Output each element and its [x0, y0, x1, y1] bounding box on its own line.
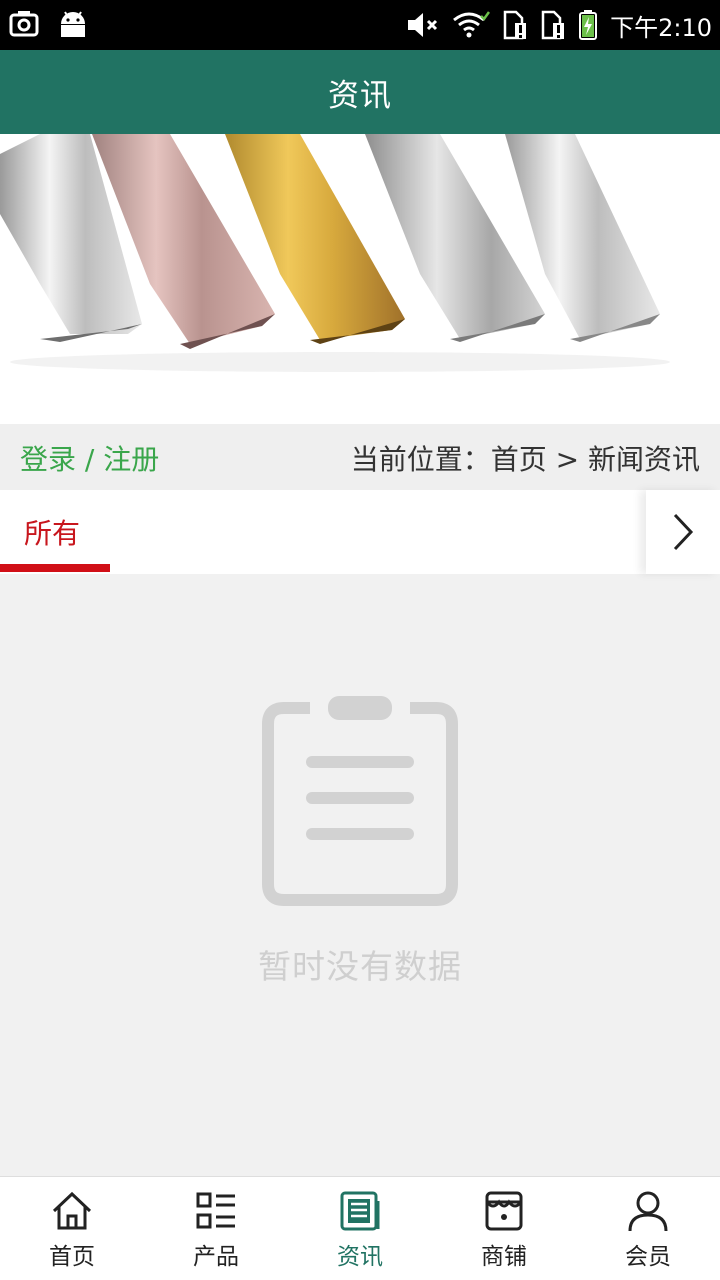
- screenshot-icon: [9, 11, 39, 37]
- mute-icon: [408, 13, 438, 37]
- nav-item-news[interactable]: 资讯: [288, 1177, 432, 1280]
- tab-all[interactable]: 所有: [0, 490, 110, 574]
- header-bar: 资讯: [0, 50, 720, 134]
- nav-item-shop[interactable]: 商铺: [432, 1177, 576, 1280]
- page-title: 资讯: [328, 77, 392, 114]
- android-icon: [61, 11, 85, 37]
- clipboard-icon: [262, 696, 458, 906]
- empty-state-message: 暂时没有数据: [258, 947, 462, 986]
- status-time: 下午2:10: [610, 13, 712, 42]
- user-icon: [628, 1191, 668, 1232]
- nav-label-member: 会员: [625, 1244, 671, 1270]
- nav-label-home: 首页: [49, 1244, 95, 1270]
- nav-item-home[interactable]: 首页: [0, 1177, 144, 1280]
- chevron-right-icon: [673, 513, 694, 551]
- nav-label-shop: 商铺: [481, 1244, 527, 1270]
- register-link[interactable]: 注册: [103, 443, 159, 476]
- status-bar: 下午2:10: [0, 0, 720, 50]
- banner-image[interactable]: [0, 134, 720, 424]
- breadcrumb: 当前位置：首页 > 新闻资讯: [350, 443, 700, 476]
- login-register-link[interactable]: 登录 / 注册: [20, 438, 159, 478]
- battery-charging-icon: [579, 10, 598, 40]
- nav-label-products: 产品: [193, 1244, 239, 1270]
- shop-icon: [485, 1191, 523, 1231]
- tabs-more-button[interactable]: [646, 490, 720, 574]
- sim-alert-icon: [541, 10, 565, 40]
- category-tabs: 所有: [0, 490, 720, 574]
- nav-label-news: 资讯: [337, 1244, 383, 1270]
- login-link[interactable]: 登录: [20, 443, 76, 476]
- bottom-nav: 首页 产品 资讯 商铺 会员: [0, 1176, 720, 1280]
- info-row: 登录 / 注册 当前位置：首页 > 新闻资讯: [0, 424, 720, 490]
- login-separator: /: [76, 443, 104, 476]
- home-icon: [52, 1191, 92, 1230]
- list-icon: [196, 1192, 235, 1229]
- wifi-icon: [453, 11, 491, 38]
- nav-item-products[interactable]: 产品: [144, 1177, 288, 1280]
- banner-illustration: [0, 134, 670, 372]
- sim-alert-icon: [503, 10, 527, 40]
- active-tab-indicator: [0, 564, 110, 572]
- news-icon: [340, 1191, 380, 1231]
- nav-item-member[interactable]: 会员: [576, 1177, 720, 1280]
- tab-all-label: 所有: [24, 517, 81, 550]
